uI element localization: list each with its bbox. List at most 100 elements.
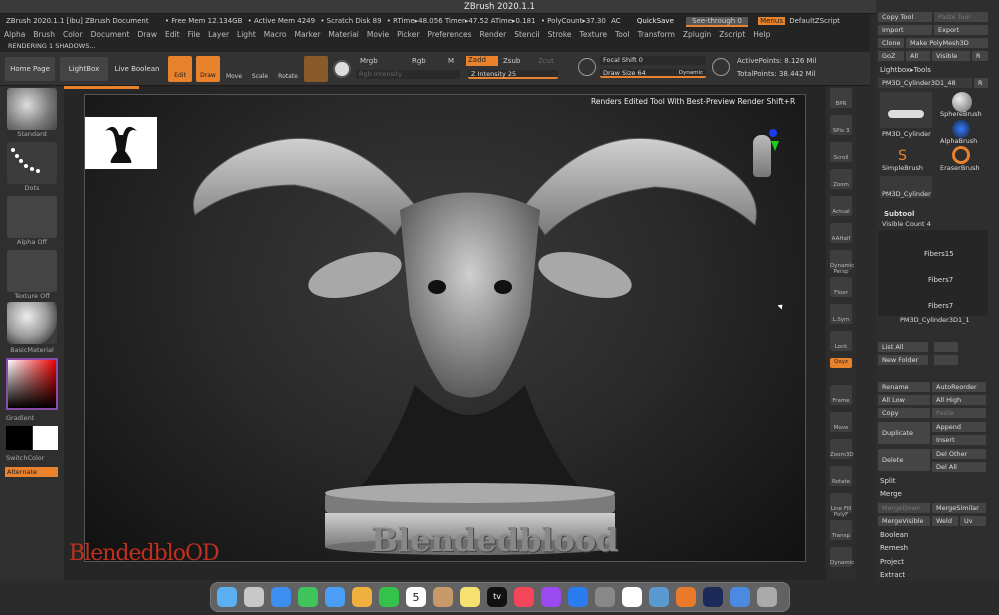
menus-button[interactable]: Menus — [758, 17, 785, 25]
shelf-zoom-button[interactable]: Zoom — [830, 169, 852, 189]
move-up-arrow-icon[interactable] — [934, 342, 958, 352]
dock-contacts-icon[interactable] — [433, 587, 453, 607]
shelf-transp-button[interactable]: Transp — [830, 520, 852, 540]
menu-preferences[interactable]: Preferences — [427, 30, 471, 39]
dock-finder-icon[interactable] — [217, 587, 237, 607]
default-zscript-button[interactable]: DefaultZScript — [789, 17, 840, 25]
menu-movie[interactable]: Movie — [367, 30, 389, 39]
rotate-button[interactable]: Rotate — [276, 56, 300, 82]
alternate-button[interactable]: Alternate — [5, 467, 58, 477]
menu-texture[interactable]: Texture — [580, 30, 607, 39]
goz-button[interactable]: GoZ — [878, 51, 904, 61]
current-tool-slider[interactable]: PM3D_Cylinder3D1_48 — [878, 78, 972, 88]
dock-blender-icon[interactable] — [676, 587, 696, 607]
import-button[interactable]: Import — [878, 25, 932, 35]
menu-edit[interactable]: Edit — [165, 30, 180, 39]
dots-stroke-icon[interactable] — [7, 142, 57, 184]
autoreorder-button[interactable]: AutoReorder — [932, 382, 986, 392]
dock-messages-icon[interactable] — [298, 587, 318, 607]
del-all-button[interactable]: Del All — [932, 462, 986, 472]
dock-trash-icon[interactable] — [757, 587, 777, 607]
see-through-slider[interactable]: See-through 0 — [686, 17, 748, 27]
rename-button[interactable]: Rename — [878, 382, 930, 392]
menu-stencil[interactable]: Stencil — [514, 30, 539, 39]
zcut-button[interactable]: Zcut — [538, 57, 554, 65]
menu-picker[interactable]: Picker — [397, 30, 419, 39]
document-viewport[interactable]: Renders Edited Tool With Best-Preview Re… — [69, 94, 806, 566]
del-other-button[interactable]: Del Other — [932, 449, 986, 459]
menu-alpha[interactable]: Alpha — [4, 30, 25, 39]
zadd-button[interactable]: Zadd — [466, 56, 498, 66]
shelf-spix-3-button[interactable]: SPix 3 — [830, 115, 852, 135]
make-polymesh-button[interactable]: Make PolyMesh3D — [906, 38, 988, 48]
subtool-pm3d[interactable]: PM3D_Cylinder3D1_1 — [900, 316, 970, 324]
menu-macro[interactable]: Macro — [264, 30, 287, 39]
menu-stroke[interactable]: Stroke — [548, 30, 572, 39]
move-button[interactable]: Move — [222, 56, 246, 82]
dock-settings-icon[interactable] — [595, 587, 615, 607]
boolean-section[interactable]: Boolean — [880, 531, 908, 539]
dock-facetime-icon[interactable] — [379, 587, 399, 607]
lightbox-button[interactable]: LightBox — [60, 57, 108, 81]
shelf-l-sym-button[interactable]: L.Sym — [830, 304, 852, 324]
all-high-button[interactable]: All High — [932, 395, 986, 405]
split-section[interactable]: Split — [880, 477, 896, 485]
tool-r-button[interactable]: R — [974, 78, 988, 88]
scale-button[interactable]: Scale — [248, 56, 272, 82]
merge-visible-button[interactable]: MergeVisible — [878, 516, 930, 526]
delete-button[interactable]: Delete — [878, 449, 930, 471]
shelf-floor-button[interactable]: Floor — [830, 277, 852, 297]
shelf-move-button[interactable]: Move — [830, 412, 852, 432]
tool-thumb-cylinder[interactable] — [880, 92, 932, 128]
mrgb-button[interactable]: Mrgb — [360, 57, 378, 65]
menu-render[interactable]: Render — [480, 30, 507, 39]
dock-launchpad-icon[interactable] — [244, 587, 264, 607]
duplicate-button[interactable]: Duplicate — [878, 422, 930, 444]
menu-light[interactable]: Light — [237, 30, 256, 39]
visible-button[interactable]: Visible — [932, 51, 970, 61]
shelf-bpr-button[interactable]: BPR — [830, 88, 852, 108]
extract-section[interactable]: Extract — [880, 571, 905, 579]
weld-button[interactable]: Weld — [932, 516, 958, 526]
edit-button[interactable]: Edit — [168, 56, 192, 82]
zsub-button[interactable]: Zsub — [503, 57, 520, 65]
menu-document[interactable]: Document — [91, 30, 130, 39]
dock-notes-icon[interactable] — [460, 587, 480, 607]
color-picker[interactable] — [6, 358, 58, 410]
all-button[interactable]: All — [906, 51, 930, 61]
material-sphere-icon[interactable] — [7, 302, 57, 344]
merge-section[interactable]: Merge — [880, 490, 902, 498]
dock-photoshop-icon[interactable] — [703, 587, 723, 607]
copy-tool-button[interactable]: Copy Tool — [878, 12, 932, 22]
dock-zbrush-icon[interactable] — [622, 587, 642, 607]
insert-button[interactable]: Insert — [932, 435, 986, 445]
simple-brush-icon[interactable]: S — [898, 148, 907, 164]
shelf-frame-button[interactable]: Frame — [830, 385, 852, 405]
paste-button[interactable]: Paste — [932, 408, 986, 418]
live-boolean-button[interactable]: Live Boolean — [112, 57, 162, 81]
subtool-fibers7-a[interactable]: Fibers7 — [928, 276, 953, 284]
clone-button[interactable]: Clone — [878, 38, 904, 48]
render-tab[interactable]: RENDERING 1 SHADOWS... — [0, 41, 870, 52]
shelf-line-fill-polyf-button[interactable]: Line Fill PolyF — [830, 493, 852, 518]
move-down-arrow-icon[interactable] — [934, 355, 958, 365]
draw-button[interactable]: Draw — [196, 56, 220, 82]
shelf-zoom3d-button[interactable]: Zoom3D — [830, 439, 854, 459]
append-button[interactable]: Append — [932, 422, 986, 432]
subtool-list[interactable]: Fibers15 Fibers7 Fibers7 — [878, 230, 988, 316]
paste-tool-button[interactable]: Paste Tool — [934, 12, 988, 22]
shelf-scroll-button[interactable]: Scroll — [830, 142, 852, 162]
dock-appstore-icon[interactable] — [568, 587, 588, 607]
menu-marker[interactable]: Marker — [294, 30, 320, 39]
switchcolor-label[interactable]: SwitchColor — [0, 454, 64, 462]
focal-shift-slider[interactable]: Focal Shift 0 — [600, 56, 706, 65]
merge-similar-button[interactable]: MergeSimilar — [932, 503, 986, 513]
remesh-section[interactable]: Remesh — [880, 544, 908, 552]
menu-draw[interactable]: Draw — [137, 30, 157, 39]
merge-down-button[interactable]: MergeDown — [878, 503, 930, 513]
menu-layer[interactable]: Layer — [208, 30, 229, 39]
eraser-brush-icon[interactable] — [952, 146, 970, 164]
standard-brush-icon[interactable] — [7, 88, 57, 130]
rgb-intensity-slider[interactable]: Rgb Intensity — [356, 70, 460, 79]
subtool-fibers7-b[interactable]: Fibers7 — [928, 302, 953, 310]
